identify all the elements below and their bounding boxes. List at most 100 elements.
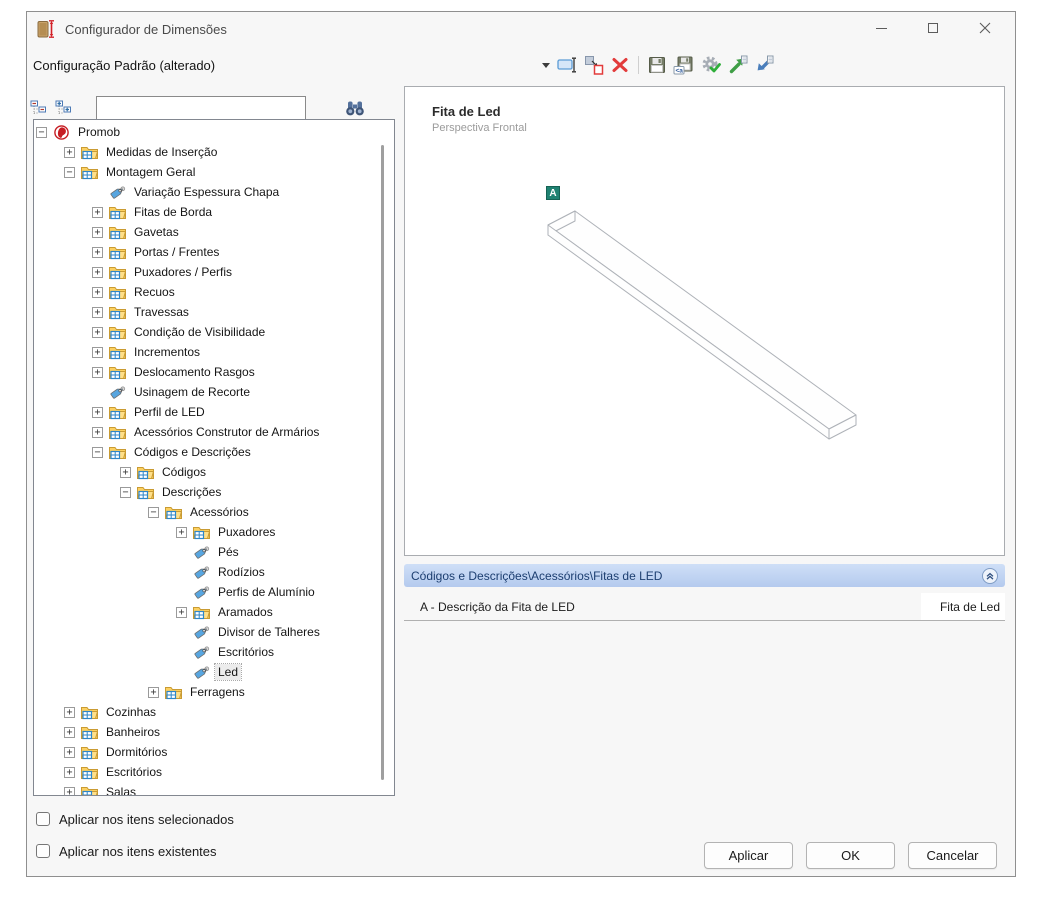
collapse-toggle-icon[interactable]: − [148, 507, 159, 518]
tree-item-cozinhas[interactable]: + Cozinhas [34, 702, 394, 722]
expand-all-button[interactable] [54, 99, 72, 116]
tree-item-puxadores[interactable]: + Puxadores [34, 522, 394, 542]
expand-toggle-icon[interactable]: + [176, 527, 187, 538]
checkbox-box-icon[interactable] [36, 844, 50, 858]
tree-item-label: Cozinhas [103, 704, 159, 720]
close-button[interactable] [959, 12, 1011, 44]
expand-toggle-icon[interactable]: + [64, 707, 75, 718]
save-icon[interactable] [647, 54, 667, 76]
dropdown-caret-icon[interactable] [541, 54, 551, 76]
collapse-toggle-icon[interactable]: − [92, 447, 103, 458]
tree-item-acessorios-construtor-de-armarios[interactable]: + Acessórios Construtor de Armários [34, 422, 394, 442]
tree-item-travessas[interactable]: + Travessas [34, 302, 394, 322]
tree-item-rodizios[interactable]: Rodízios [34, 562, 394, 582]
tree-item-label: Códigos [159, 464, 209, 480]
expand-toggle-icon[interactable]: + [92, 347, 103, 358]
tag-icon [193, 665, 210, 680]
collapse-toggle-icon[interactable]: − [120, 487, 131, 498]
expand-toggle-icon[interactable]: + [92, 247, 103, 258]
find-button[interactable] [343, 98, 367, 117]
tree-item-banheiros[interactable]: + Banheiros [34, 722, 394, 742]
rename-config-icon[interactable] [557, 54, 578, 76]
tree-item-codigos[interactable]: + Códigos [34, 462, 394, 482]
details-rows: A - Descrição da Fita de LEDFita de Led [404, 593, 1005, 621]
tree-scrollbar-thumb[interactable] [381, 145, 384, 780]
tree-item-aramados[interactable]: + Aramados [34, 602, 394, 622]
folder-icon [81, 765, 98, 780]
tree-item-label: Banheiros [103, 724, 163, 740]
tree-item-salas[interactable]: + Salas [34, 782, 394, 796]
tree-item-puxadores-perfis[interactable]: + Puxadores / Perfis [34, 262, 394, 282]
tree-item-descricoes[interactable]: − Descrições [34, 482, 394, 502]
expand-toggle-icon[interactable]: + [92, 367, 103, 378]
tree-item-dormitorios[interactable]: + Dormitórios [34, 742, 394, 762]
detail-row-value[interactable]: Fita de Led [921, 593, 1005, 620]
expand-toggle-icon[interactable]: + [64, 787, 75, 797]
details-header[interactable]: Códigos e Descrições\Acessórios\Fitas de… [404, 564, 1005, 587]
tree-item-acessorios[interactable]: − Acessórios [34, 502, 394, 522]
collapse-all-button[interactable] [29, 99, 47, 116]
expand-toggle-icon[interactable]: + [92, 407, 103, 418]
expand-toggle-icon[interactable]: + [64, 747, 75, 758]
tree-item-promob[interactable]: − Promob [34, 122, 394, 142]
folder-icon [109, 205, 126, 220]
tree-item-deslocamento-rasgos[interactable]: + Deslocamento Rasgos [34, 362, 394, 382]
export-arrow-icon[interactable] [728, 54, 748, 76]
expand-toggle-icon[interactable]: + [64, 767, 75, 778]
tree-item-fitas-de-borda[interactable]: + Fitas de Borda [34, 202, 394, 222]
tree-item-perfil-de-led[interactable]: + Perfil de LED [34, 402, 394, 422]
tree-item-usinagem-de-recorte[interactable]: Usinagem de Recorte [34, 382, 394, 402]
checkbox-box-icon[interactable] [36, 812, 50, 826]
collapse-toggle-icon[interactable]: − [64, 167, 75, 178]
tree-item-escritorios[interactable]: Escritórios [34, 642, 394, 662]
expand-toggle-icon[interactable]: + [92, 207, 103, 218]
tree-item-variacao-espessura-chapa[interactable]: Variação Espessura Chapa [34, 182, 394, 202]
tree-item-condicao-de-visibilidade[interactable]: + Condição de Visibilidade [34, 322, 394, 342]
checkbox-aplicar-nos-itens-existentes[interactable]: Aplicar nos itens existentes [36, 841, 234, 861]
tree-search-input[interactable] [96, 96, 306, 120]
expand-toggle-icon[interactable]: + [92, 267, 103, 278]
expand-toggle-icon[interactable]: + [92, 307, 103, 318]
folder-icon [81, 165, 98, 180]
expand-toggle-icon[interactable]: + [92, 427, 103, 438]
tree-item-incrementos[interactable]: + Incrementos [34, 342, 394, 362]
tree-item-label: Escritórios [215, 644, 277, 660]
tree-item-medidas-de-insercao[interactable]: + Medidas de Inserção [34, 142, 394, 162]
expand-toggle-icon[interactable]: + [120, 467, 131, 478]
checkbox-aplicar-nos-itens-selecionados[interactable]: Aplicar nos itens selecionados [36, 809, 234, 829]
import-arrow-icon[interactable] [754, 54, 774, 76]
expand-toggle-icon[interactable]: + [64, 727, 75, 738]
delete-config-icon[interactable] [610, 54, 630, 76]
maximize-button[interactable] [907, 12, 959, 44]
expand-toggle-icon[interactable]: + [92, 227, 103, 238]
tree-item-codigos-e-descricoes[interactable]: − Códigos e Descrições [34, 442, 394, 462]
expand-toggle-icon[interactable]: + [176, 607, 187, 618]
tree-item-divisor-de-talheres[interactable]: Divisor de Talheres [34, 622, 394, 642]
tree-item-led[interactable]: Led [34, 662, 394, 682]
minimize-button[interactable] [855, 12, 907, 44]
tree-item-escritorios[interactable]: + Escritórios [34, 762, 394, 782]
tree-view: − Promob+ Medidas de Inserção− Montagem … [34, 122, 394, 796]
tree-item-portas-frentes[interactable]: + Portas / Frentes [34, 242, 394, 262]
tree-item-pes[interactable]: Pés [34, 542, 394, 562]
tree-item-perfis-de-aluminio[interactable]: Perfis de Alumínio [34, 582, 394, 602]
cancelar-button[interactable]: Cancelar [908, 842, 997, 869]
collapse-toggle-icon[interactable]: − [36, 127, 47, 138]
tree-item-montagem-geral[interactable]: − Montagem Geral [34, 162, 394, 182]
aplicar-button[interactable]: Aplicar [704, 842, 793, 869]
expand-toggle-icon[interactable]: + [148, 687, 159, 698]
folder-icon [81, 725, 98, 740]
tree-item-recuos[interactable]: + Recuos [34, 282, 394, 302]
expand-toggle-icon[interactable]: + [92, 327, 103, 338]
ok-button[interactable]: OK [806, 842, 895, 869]
tree-item-ferragens[interactable]: + Ferragens [34, 682, 394, 702]
tree-item-gavetas[interactable]: + Gavetas [34, 222, 394, 242]
expand-toggle-icon[interactable]: + [64, 147, 75, 158]
save-as-code-icon[interactable]: <a [673, 54, 695, 76]
duplicate-config-icon[interactable] [584, 54, 604, 76]
expand-toggle-icon[interactable]: + [92, 287, 103, 298]
tree-item-label: Aramados [215, 604, 276, 620]
apply-check-icon[interactable] [701, 54, 722, 76]
toolbar-separator [638, 56, 639, 74]
collapse-panel-button[interactable] [982, 568, 998, 584]
